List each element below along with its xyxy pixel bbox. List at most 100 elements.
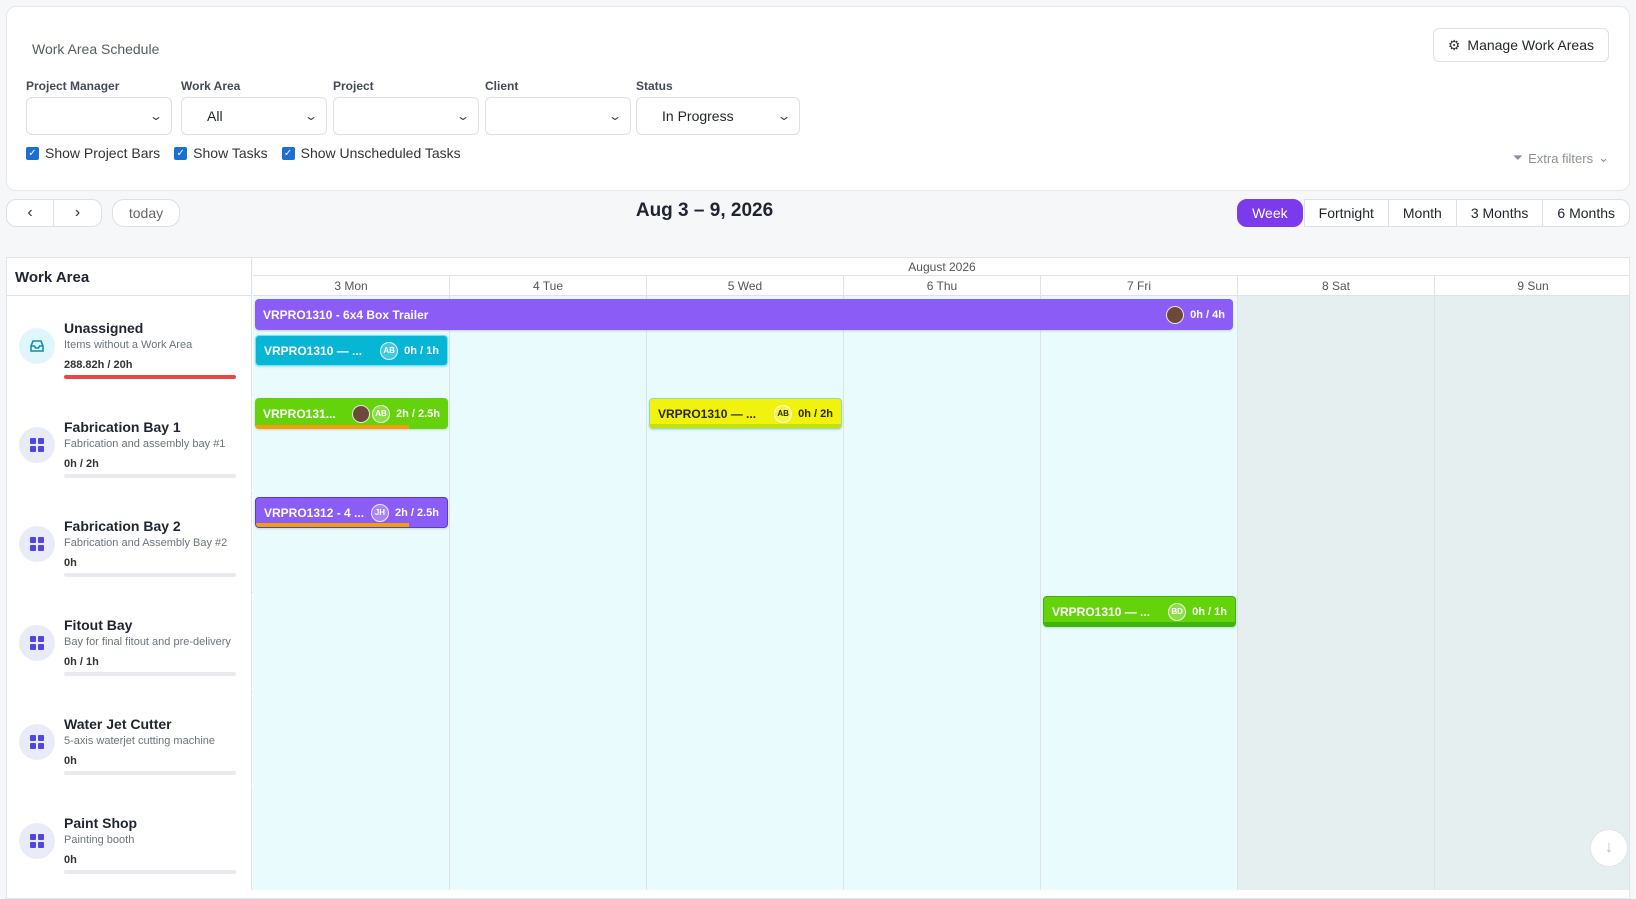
- work-area-description: Painting booth: [64, 834, 135, 846]
- task-bar[interactable]: VRPRO1312 - 4 ... JH 2h / 2.5h: [255, 497, 448, 528]
- day-cell[interactable]: [1435, 296, 1629, 395]
- scroll-down-button[interactable]: ↓: [1590, 829, 1628, 867]
- filter-project-manager: Project Manager ⌄: [26, 79, 172, 135]
- work-area-description: 5-axis waterjet cutting machine: [64, 735, 216, 747]
- work-area-hours: 0h / 1h: [64, 656, 99, 668]
- day-cell[interactable]: [844, 791, 1041, 890]
- select-value: All: [207, 108, 223, 124]
- work-area-info[interactable]: Paint Shop Painting booth 0h: [7, 791, 252, 890]
- client-select[interactable]: ⌄: [485, 97, 631, 135]
- gear-icon: ⚙: [1447, 36, 1461, 53]
- view-month-button[interactable]: Month: [1387, 199, 1457, 227]
- work-area-info[interactable]: Fabrication Bay 2 Fabrication and Assembl…: [7, 494, 252, 593]
- select-value: In Progress: [662, 108, 734, 124]
- filter-client: Client ⌄: [485, 79, 631, 135]
- filter-label: Status: [636, 79, 673, 93]
- work-area-info[interactable]: Fabrication Bay 1 Fabrication and assembl…: [7, 395, 252, 494]
- extra-filters-toggle[interactable]: ⏷ Extra filters ⌄: [1513, 150, 1609, 166]
- project-select[interactable]: ⌄: [333, 97, 479, 135]
- chevron-left-icon: ‹: [27, 204, 33, 221]
- day-cell[interactable]: [647, 593, 844, 692]
- day-cell[interactable]: [450, 791, 647, 890]
- task-bar[interactable]: VRPRO1310 — ... AB 0h / 2h: [649, 398, 842, 429]
- event-title: VRPRO1310 — ...: [658, 406, 757, 421]
- day-cell[interactable]: [450, 395, 647, 494]
- capacity-bar: [64, 474, 236, 478]
- day-cell[interactable]: [1041, 692, 1238, 791]
- day-cell[interactable]: [450, 692, 647, 791]
- month-header: August 2026: [253, 258, 1629, 276]
- event-title: VRPRO1310 - 6x4 Box Trailer: [263, 307, 429, 322]
- day-cell[interactable]: [1238, 593, 1435, 692]
- status-select[interactable]: In Progress ⌄: [636, 97, 800, 135]
- view-switcher: Week Fortnight Month 3 Months 6 Months: [1237, 199, 1630, 227]
- day-cell[interactable]: [844, 395, 1041, 494]
- chevron-down-icon: ⌄: [607, 109, 623, 123]
- checkbox-checked-icon[interactable]: ✓: [174, 146, 188, 160]
- work-area-description: Items without a Work Area: [64, 339, 193, 351]
- checkbox-checked-icon[interactable]: ✓: [281, 146, 295, 160]
- grid-icon: [19, 427, 55, 463]
- day-cell[interactable]: [253, 791, 450, 890]
- day-cell[interactable]: [450, 494, 647, 593]
- chevron-down-icon: ⌄: [776, 109, 792, 123]
- task-bar[interactable]: VRPRO1310 — ... AB 0h / 1h: [255, 335, 448, 366]
- day-cell[interactable]: [1041, 494, 1238, 593]
- work-area-name: Paint Shop: [64, 815, 138, 831]
- event-title: VRPRO131...: [263, 406, 336, 421]
- day-cell[interactable]: [1238, 692, 1435, 791]
- day-cell[interactable]: [1238, 296, 1435, 395]
- work-area-info[interactable]: Fitout Bay Bay for final fitout and pre-d…: [7, 593, 252, 692]
- filter-work-area: Work Area All ⌄: [181, 79, 327, 135]
- next-button[interactable]: ›: [53, 199, 102, 227]
- show-project-bars-checkbox[interactable]: ✓ Show Project Bars: [26, 145, 160, 161]
- day-header: 7 Fri: [1041, 276, 1238, 296]
- project-manager-select[interactable]: ⌄: [26, 97, 172, 135]
- show-tasks-checkbox[interactable]: ✓ Show Tasks: [174, 145, 268, 161]
- show-unscheduled-tasks-checkbox[interactable]: ✓ Show Unscheduled Tasks: [281, 145, 461, 161]
- work-area-info[interactable]: Water Jet Cutter 5-axis waterjet cutting …: [7, 692, 252, 791]
- today-button[interactable]: today: [112, 199, 180, 227]
- day-cell[interactable]: [647, 494, 844, 593]
- day-cell[interactable]: [1435, 593, 1629, 692]
- user-initials-avatar: BD: [1168, 602, 1187, 621]
- checkbox-checked-icon[interactable]: ✓: [26, 146, 39, 160]
- view-6-months-button[interactable]: 6 Months: [1542, 199, 1630, 227]
- day-cell[interactable]: [1041, 791, 1238, 890]
- view-fortnight-button[interactable]: Fortnight: [1303, 199, 1389, 227]
- day-cell[interactable]: [450, 593, 647, 692]
- view-3-months-button[interactable]: 3 Months: [1455, 199, 1544, 227]
- work-area-name: Fabrication Bay 1: [64, 419, 181, 435]
- prev-button[interactable]: ‹: [6, 199, 54, 227]
- work-area-info[interactable]: Unassigned Items without a Work Area 288.8…: [7, 296, 252, 395]
- task-bar[interactable]: VRPRO131... AB 2h / 2.5h: [255, 398, 448, 429]
- work-area-hours: 288.82h / 20h: [64, 359, 133, 371]
- day-cell[interactable]: [1435, 494, 1629, 593]
- day-cell[interactable]: [1041, 395, 1238, 494]
- manage-work-areas-label: Manage Work Areas: [1467, 37, 1594, 53]
- project-bar[interactable]: VRPRO1310 - 6x4 Box Trailer 0h / 4h: [255, 299, 1233, 330]
- task-progress-bar: [1044, 622, 1235, 626]
- day-cell[interactable]: [1435, 692, 1629, 791]
- event-title: VRPRO1312 - 4 ...: [264, 505, 365, 520]
- day-cell[interactable]: [1238, 791, 1435, 890]
- view-week-button[interactable]: Week: [1237, 199, 1303, 227]
- day-cell[interactable]: [253, 593, 450, 692]
- day-cell[interactable]: [1238, 395, 1435, 494]
- day-cell[interactable]: [647, 692, 844, 791]
- task-bar[interactable]: VRPRO1310 — ... BD 0h / 1h: [1043, 596, 1236, 627]
- work-area-select[interactable]: All ⌄: [181, 97, 327, 135]
- manage-work-areas-button[interactable]: ⚙ Manage Work Areas: [1432, 28, 1609, 62]
- date-range-title: Aug 3 – 9, 2026: [635, 200, 774, 221]
- work-area-description: Fabrication and Assembly Bay #2: [64, 537, 228, 549]
- day-cell[interactable]: [1435, 395, 1629, 494]
- day-cell[interactable]: [647, 791, 844, 890]
- work-area-row: Paint Shop Painting booth 0h: [7, 791, 1629, 890]
- day-header: 6 Thu: [844, 276, 1041, 296]
- day-cell[interactable]: [844, 494, 1041, 593]
- day-cell[interactable]: [253, 692, 450, 791]
- day-cell[interactable]: [1238, 494, 1435, 593]
- day-cell[interactable]: [844, 593, 1041, 692]
- day-cell[interactable]: [844, 692, 1041, 791]
- capacity-bar: [64, 375, 236, 379]
